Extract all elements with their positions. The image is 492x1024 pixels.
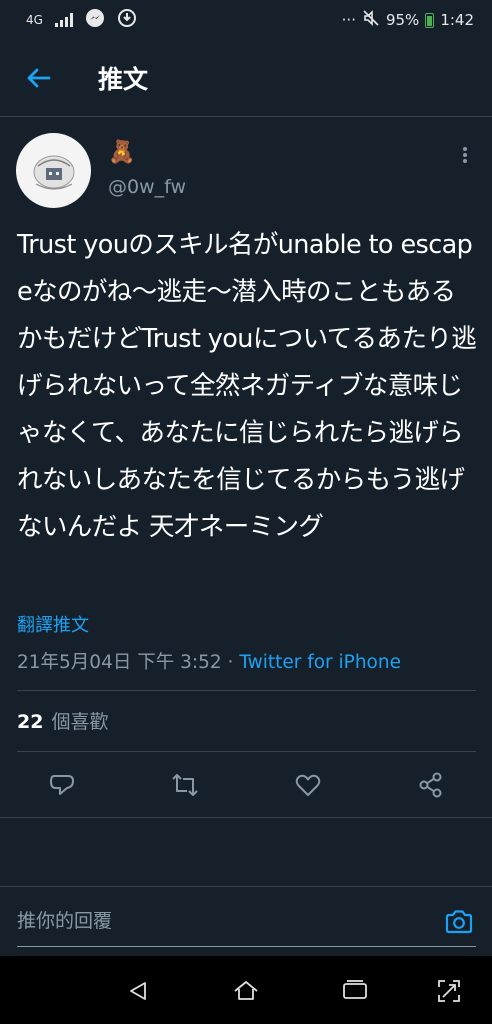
- like-button[interactable]: [284, 760, 332, 810]
- likes-count: 22: [17, 711, 44, 733]
- display-name[interactable]: 🧸: [108, 140, 135, 166]
- battery-percent: 95%: [385, 11, 420, 29]
- avatar-image: [33, 155, 74, 190]
- nav-back-button[interactable]: [121, 974, 155, 1008]
- more-notifications-icon: ···: [341, 11, 356, 29]
- tweet-text: Trust youのスキル名がunable to escapeなのがね〜逃走〜潜…: [17, 230, 477, 542]
- home-icon: [234, 981, 258, 1000]
- share-icon: [419, 772, 442, 798]
- signal-icon: [54, 13, 73, 27]
- camera-icon: [445, 910, 473, 934]
- retweet-button[interactable]: [161, 760, 209, 810]
- tweet-meta: 21年5月04日 下午 3:52 · Twitter for iPhone: [17, 648, 401, 674]
- status-bar-right: ··· 95% 1:42: [342, 9, 474, 31]
- divider: [17, 751, 476, 752]
- reply-input-underline: [17, 946, 476, 947]
- screenshot-icon: [438, 980, 460, 1002]
- recents-icon: [343, 980, 367, 999]
- back-button[interactable]: [0, 40, 76, 117]
- meta-separator: ·: [221, 652, 240, 673]
- download-icon: [117, 8, 137, 32]
- comment-icon: [50, 775, 74, 795]
- heart-icon: [295, 774, 321, 796]
- page-title: 推文: [98, 65, 149, 94]
- nav-screenshot-button[interactable]: [432, 974, 466, 1008]
- vertical-dots-icon: [463, 147, 467, 151]
- triangle-back-icon: [130, 982, 146, 1000]
- tweet-source-link[interactable]: Twitter for iPhone: [239, 652, 401, 673]
- status-bar: 4G ··· 95% 1:42: [0, 0, 492, 40]
- user-handle[interactable]: @0w_fw: [108, 176, 186, 198]
- divider: [17, 690, 476, 691]
- reply-input[interactable]: [17, 900, 417, 942]
- divider: [0, 817, 492, 818]
- mute-icon: [362, 9, 380, 31]
- more-options-button[interactable]: [454, 143, 476, 167]
- clock: 1:42: [440, 11, 474, 29]
- retweet-icon: [172, 774, 198, 796]
- tweet-timestamp: 21年5月04日 下午 3:52: [17, 652, 222, 673]
- nav-home-button[interactable]: [229, 974, 263, 1008]
- arrow-left-icon: [27, 68, 51, 88]
- reply-button[interactable]: [38, 760, 86, 810]
- battery-icon: [425, 12, 435, 28]
- avatar[interactable]: [16, 133, 91, 208]
- network-type: 4G: [26, 13, 43, 27]
- status-bar-left: 4G: [26, 8, 137, 32]
- likes-stat[interactable]: 22 個喜歡: [17, 707, 108, 734]
- reply-bar-top-border: [0, 886, 492, 887]
- nav-recents-button[interactable]: [338, 974, 372, 1008]
- camera-button[interactable]: [438, 902, 480, 942]
- translate-tweet-link[interactable]: 翻譯推文: [17, 611, 89, 637]
- messenger-icon: [85, 8, 105, 32]
- likes-label: 個喜歡: [51, 711, 109, 733]
- system-navigation-bar: [0, 956, 492, 1024]
- app-header: 推文: [0, 40, 492, 117]
- share-button[interactable]: [407, 760, 455, 810]
- tweet-actions: [0, 760, 492, 810]
